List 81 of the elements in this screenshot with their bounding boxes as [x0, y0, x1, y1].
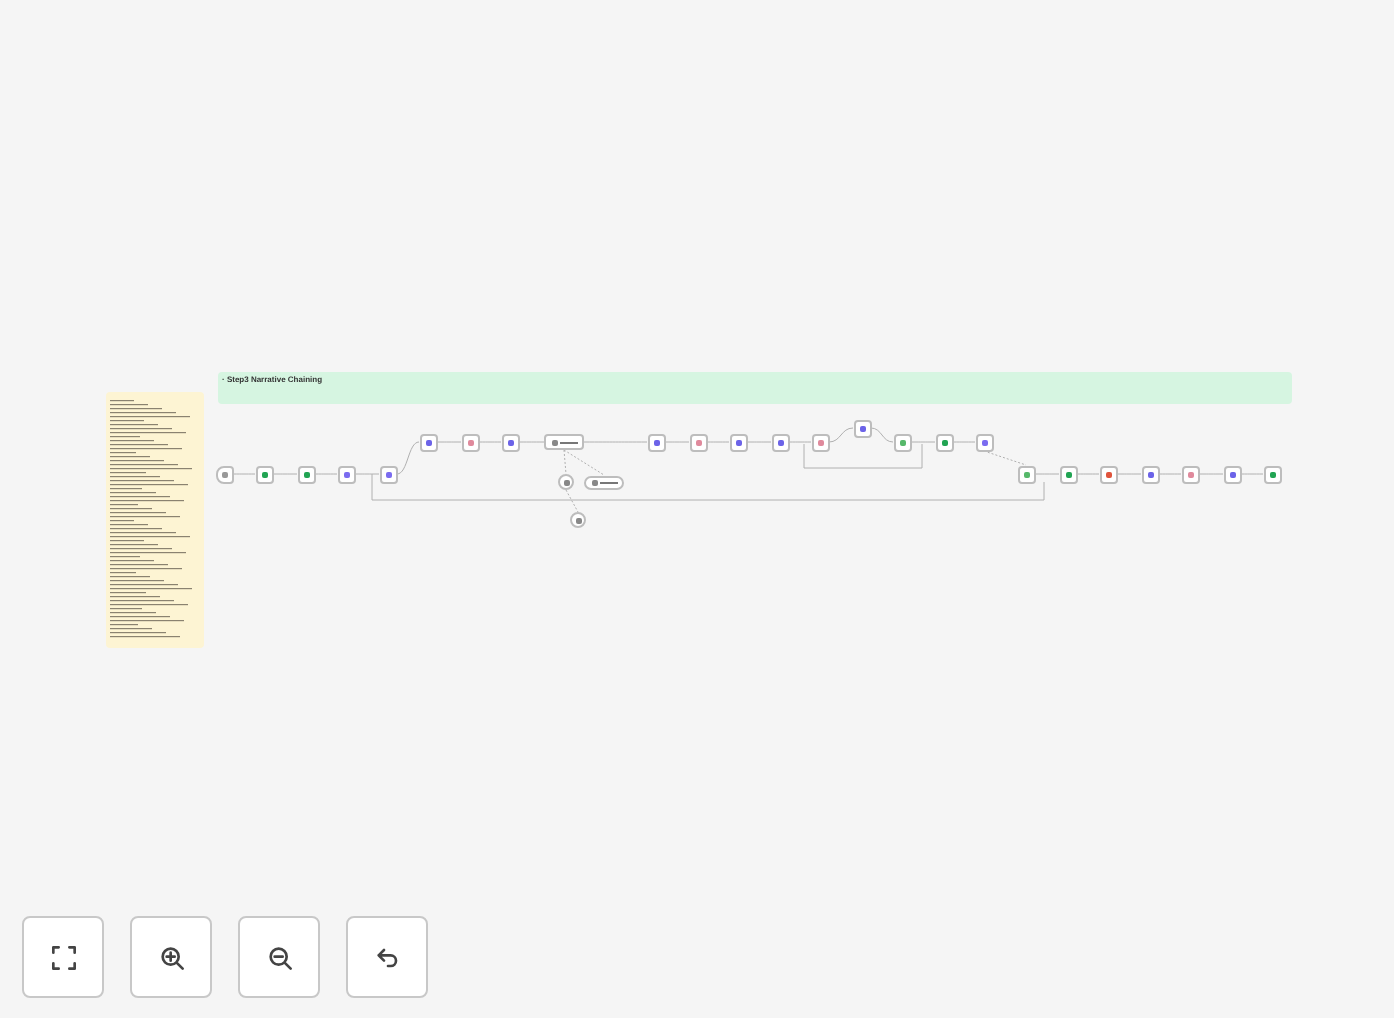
- workflow-node[interactable]: [1017, 465, 1035, 483]
- zoom-out-icon: [263, 941, 295, 973]
- node-icon: [1187, 471, 1193, 477]
- workflow-node[interactable]: [297, 465, 315, 483]
- node-icon: [303, 471, 309, 477]
- node-icon: [1269, 471, 1275, 477]
- node-icon: [551, 439, 557, 445]
- zoom-in-icon: [155, 941, 187, 973]
- node-icon: [343, 471, 349, 477]
- workflow-node[interactable]: [1181, 465, 1199, 483]
- workflow-node[interactable]: [544, 434, 584, 450]
- workflow-node[interactable]: [570, 512, 586, 528]
- connection-line: [518, 441, 545, 443]
- zoom-out-button[interactable]: [238, 916, 320, 998]
- workflow-node[interactable]: [419, 433, 437, 451]
- workflow-node[interactable]: [215, 465, 233, 483]
- node-icon: [1065, 471, 1071, 477]
- workflow-node[interactable]: [1141, 465, 1159, 483]
- workflow-node[interactable]: [811, 433, 829, 451]
- connection-line: [583, 441, 648, 443]
- workflow-node[interactable]: [853, 419, 871, 437]
- workflow-node[interactable]: [558, 474, 574, 490]
- node-icon: [777, 439, 783, 445]
- node-icon: [1105, 471, 1111, 477]
- node-icon: [261, 471, 267, 477]
- node-icon: [591, 479, 597, 485]
- connection-line: [314, 473, 338, 475]
- node-icon: [1229, 471, 1235, 477]
- workflow-node[interactable]: [771, 433, 789, 451]
- connection-line: [983, 450, 1027, 466]
- connection-line: [952, 441, 976, 443]
- connection-line: [664, 441, 690, 443]
- workflow-node[interactable]: [1263, 465, 1281, 483]
- node-icon: [221, 471, 227, 477]
- node-icon: [981, 439, 987, 445]
- connection-line: [746, 441, 772, 443]
- node-icon: [941, 439, 947, 445]
- workflow-node[interactable]: [461, 433, 479, 451]
- node-icon: [899, 439, 905, 445]
- workflow-node[interactable]: [379, 465, 397, 483]
- node-icon: [507, 439, 513, 445]
- workflow-node[interactable]: [1059, 465, 1077, 483]
- fit-view-icon: [47, 941, 79, 973]
- line-icon: [559, 441, 577, 443]
- workflow-node[interactable]: [1099, 465, 1117, 483]
- connection-line: [478, 441, 502, 443]
- workflow-node[interactable]: [1223, 465, 1241, 483]
- workflow-node[interactable]: [935, 433, 953, 451]
- node-icon: [653, 439, 659, 445]
- node-icon: [575, 517, 581, 523]
- connection-line: [232, 473, 256, 475]
- workflow-node[interactable]: [255, 465, 273, 483]
- connection-line: [1240, 473, 1264, 475]
- node-icon: [563, 479, 569, 485]
- connection-line: [706, 441, 730, 443]
- workflow-node[interactable]: [501, 433, 519, 451]
- zoom-in-button[interactable]: [130, 916, 212, 998]
- connection-line: [436, 441, 462, 443]
- node-icon: [817, 439, 823, 445]
- connection-line: [1116, 473, 1142, 475]
- node-icon: [425, 439, 431, 445]
- workflow-node[interactable]: [689, 433, 707, 451]
- connection-line: [1198, 473, 1224, 475]
- workflow-node[interactable]: [975, 433, 993, 451]
- connection-line: [1076, 473, 1100, 475]
- workflow-node[interactable]: [893, 433, 911, 451]
- line-icon: [599, 481, 617, 483]
- node-icon: [859, 425, 865, 431]
- node-icon: [1023, 471, 1029, 477]
- workflow-node[interactable]: [337, 465, 355, 483]
- connection-line: [272, 473, 298, 475]
- node-icon: [385, 471, 391, 477]
- node-icon: [695, 439, 701, 445]
- node-icon: [467, 439, 473, 445]
- workflow-node[interactable]: [729, 433, 747, 451]
- workflow-node[interactable]: [584, 475, 624, 489]
- fit-view-button[interactable]: [22, 916, 104, 998]
- node-icon: [1147, 471, 1153, 477]
- workflow-node[interactable]: [647, 433, 665, 451]
- node-icon: [735, 439, 741, 445]
- connection-line: [1158, 473, 1182, 475]
